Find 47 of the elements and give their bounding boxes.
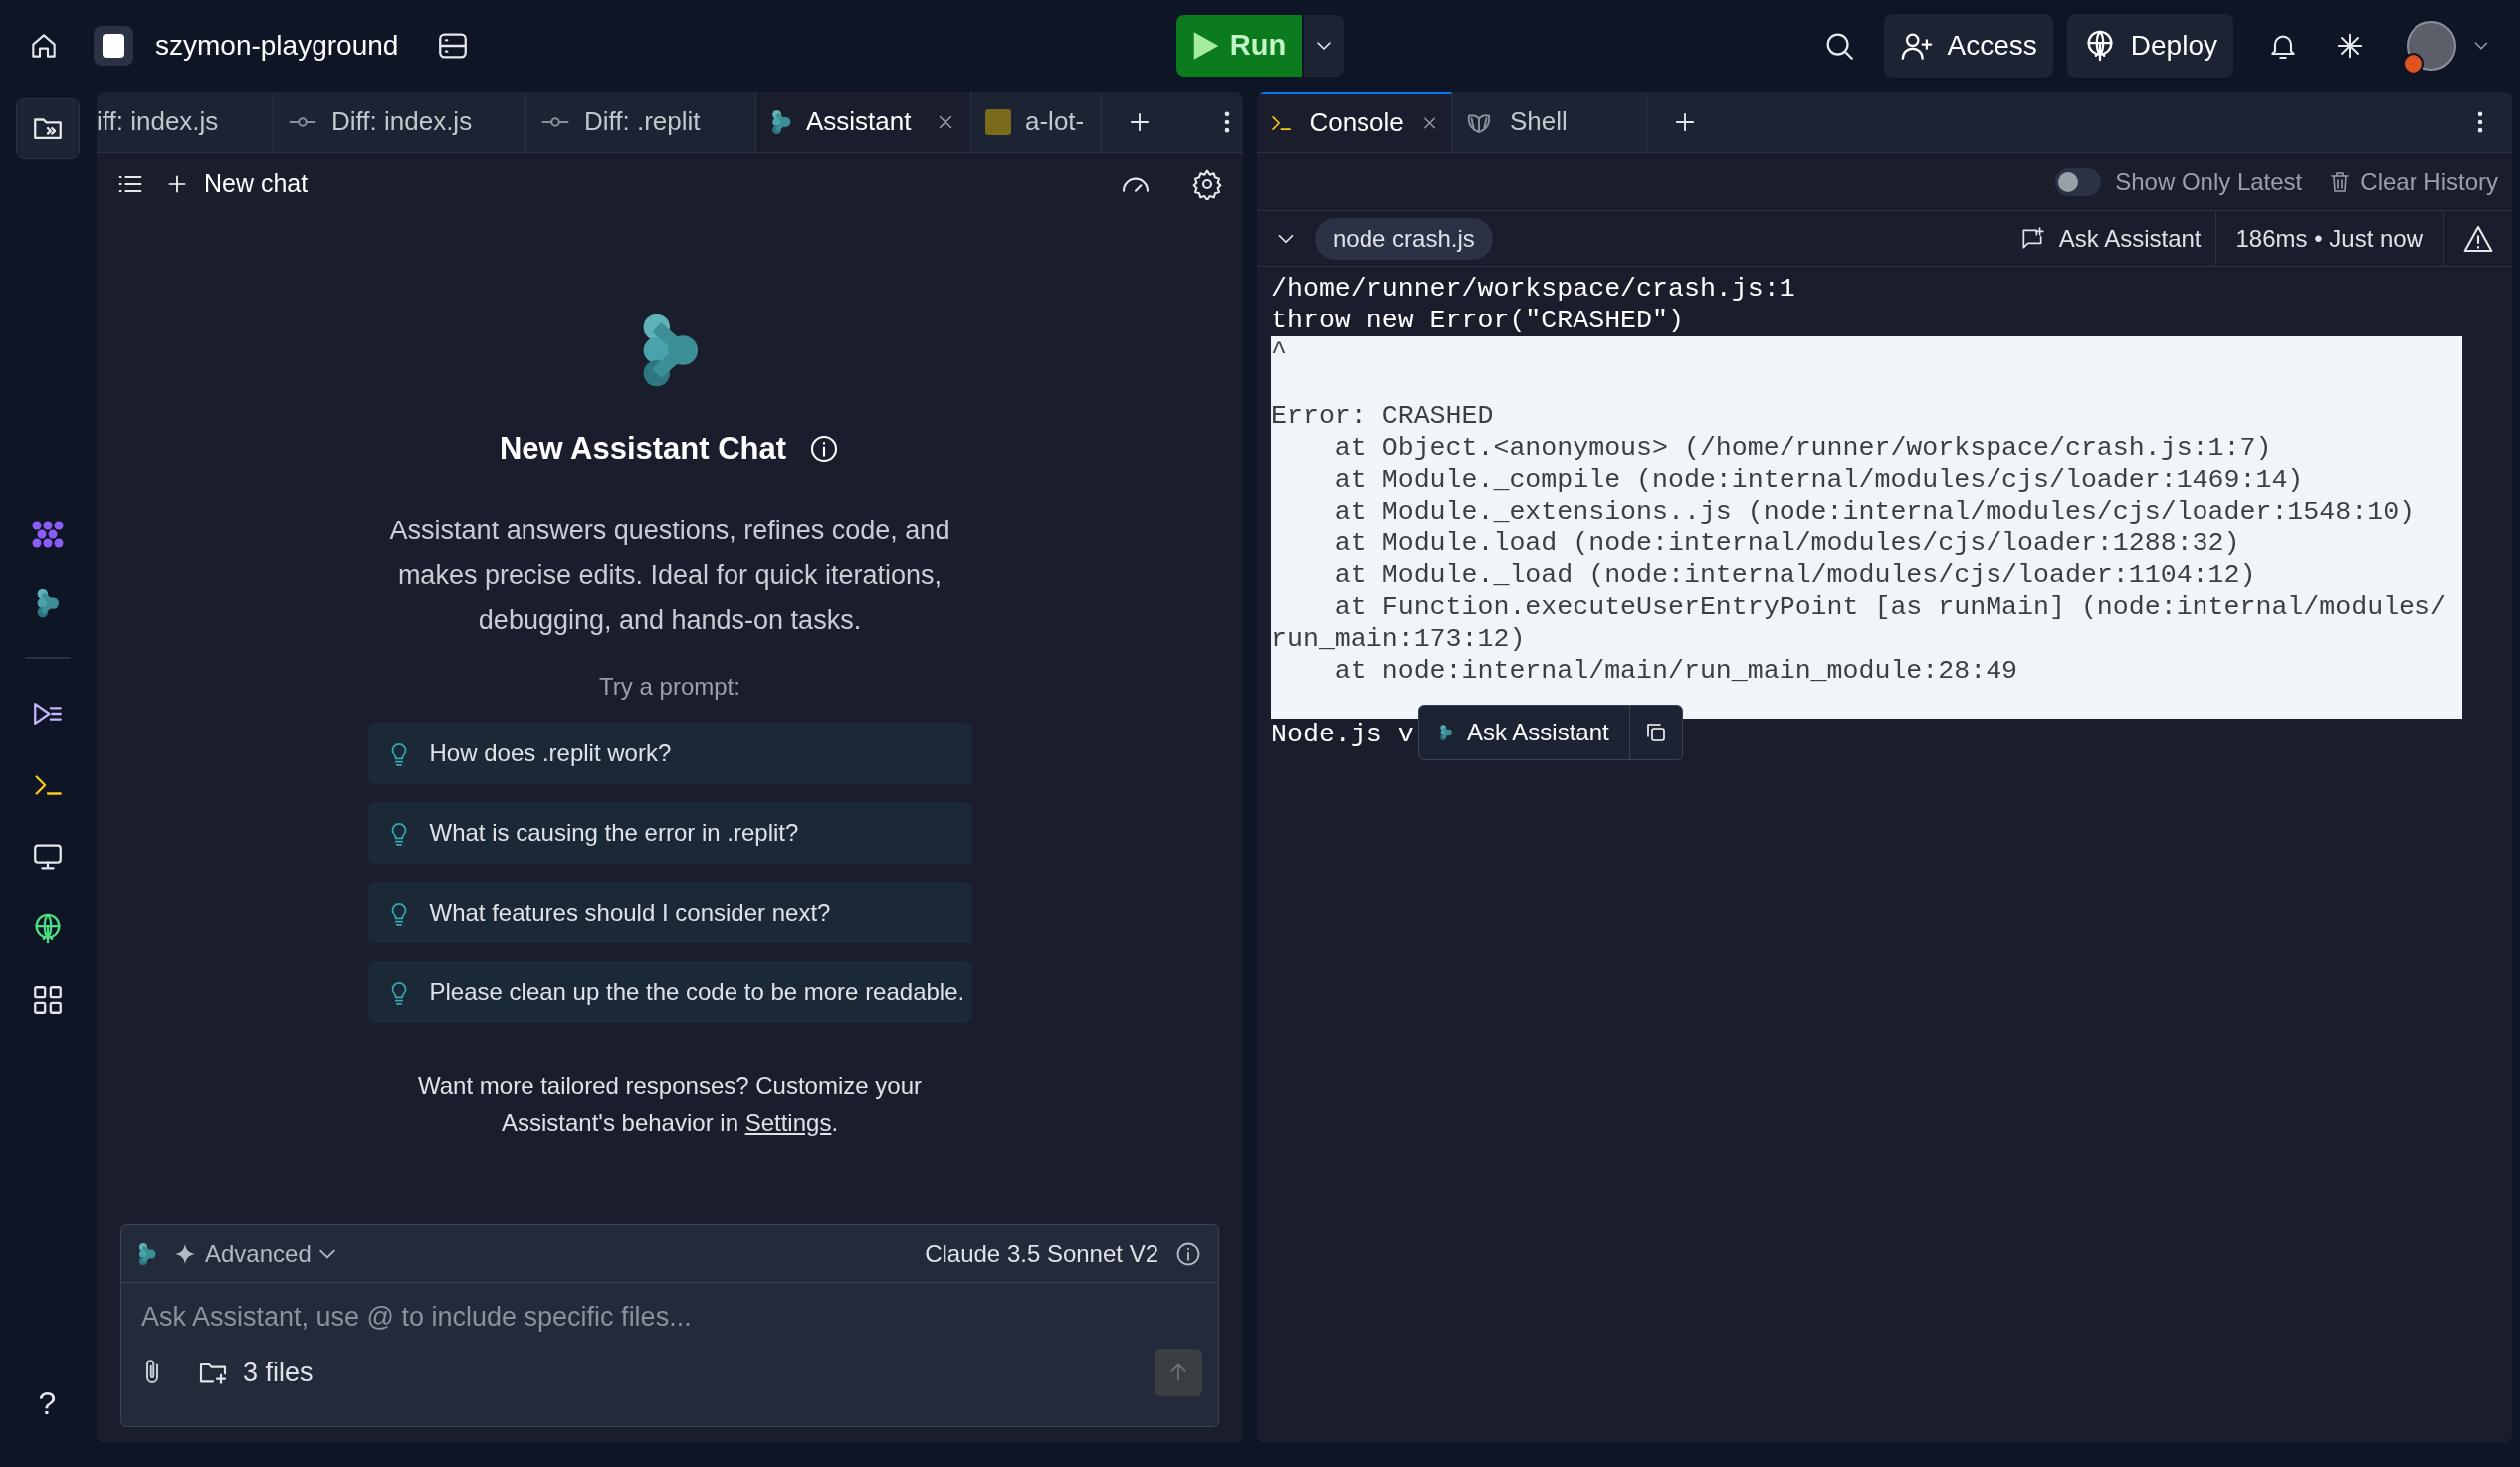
agent-icon[interactable] — [30, 520, 65, 549]
console-tab[interactable]: Shell — [1452, 92, 1647, 152]
console-line: throw new Error("CRASHED") — [1271, 305, 1685, 336]
asterisk-icon[interactable] — [2335, 31, 2365, 61]
prompt-suggestion[interactable]: What features should I consider next? — [367, 881, 972, 943]
access-button[interactable]: Access — [1883, 14, 2053, 78]
console-tab[interactable]: Console — [1257, 92, 1452, 152]
chevron-down-icon — [318, 1248, 335, 1259]
model-name[interactable]: Claude 3.5 Sonnet V2 — [925, 1235, 1158, 1272]
deploy-button[interactable]: Deploy — [2066, 14, 2233, 78]
explorer-button[interactable] — [15, 98, 80, 159]
play-icon — [1191, 31, 1220, 61]
console-line: /home/runner/workspace/crash.js:1 — [1271, 273, 1796, 305]
prompt-suggestion[interactable]: Please clean up the the code to be more readable. — [367, 960, 972, 1023]
mode-dropdown[interactable]: Advanced — [173, 1235, 335, 1272]
clear-history-button[interactable]: Clear History — [2328, 163, 2498, 200]
popup-ask-assistant-button[interactable]: Ask Assistant — [1419, 706, 1630, 759]
js-file-icon — [985, 108, 1011, 135]
try-prompt-label: Try a prompt: — [599, 671, 740, 702]
settings-hint: Want more tailored responses? Customize your Assistant's behavior in Settings. — [417, 1070, 923, 1138]
ask-assistant-button[interactable]: Ask Assistant — [2004, 211, 2216, 266]
new-chat-button[interactable]: New chat — [164, 165, 309, 203]
project-name[interactable]: szymon-playground — [155, 25, 399, 67]
editor-tab[interactable]: iff: index.js — [97, 92, 274, 152]
chat-title: New Assistant Chat — [499, 430, 787, 468]
toggle-switch[interactable] — [2055, 167, 2102, 196]
files-button[interactable]: 3 files — [197, 1352, 314, 1393]
run-timing: 186ms • Just now — [2215, 211, 2444, 266]
command-chip: node crash.js — [1315, 217, 1493, 260]
editor-tab[interactable]: Assistant — [756, 92, 971, 152]
help-button[interactable]: ? — [38, 1379, 57, 1427]
editor-tab[interactable]: Diff: index.js — [274, 92, 526, 152]
diff-icon — [540, 116, 570, 127]
message-input[interactable]: Ask Assistant, use @ to include specific files... — [141, 1297, 1198, 1337]
diff-icon — [288, 116, 317, 127]
settings-link[interactable]: Settings — [744, 1108, 832, 1136]
run-button[interactable]: Run — [1175, 15, 1303, 77]
settings-icon[interactable] — [1191, 168, 1223, 200]
prompt-suggestion[interactable]: How does .replit work? — [367, 722, 972, 784]
avatar[interactable] — [2407, 21, 2456, 71]
prompt-suggestion[interactable]: What is causing the error in .replit? — [367, 801, 972, 864]
badge-icon — [2403, 53, 2424, 75]
project-logo-icon[interactable] — [94, 26, 133, 66]
assistant-icon — [1439, 722, 1453, 743]
editor-tab[interactable]: a-lot- — [971, 92, 1102, 152]
assistant-description: Assistant answers questions, refines code, and makes precise edits. Ideal for quick iterations, debugging, and hands-on tasks. — [388, 514, 951, 637]
toggle-label: Show Only Latest — [2115, 166, 2303, 197]
